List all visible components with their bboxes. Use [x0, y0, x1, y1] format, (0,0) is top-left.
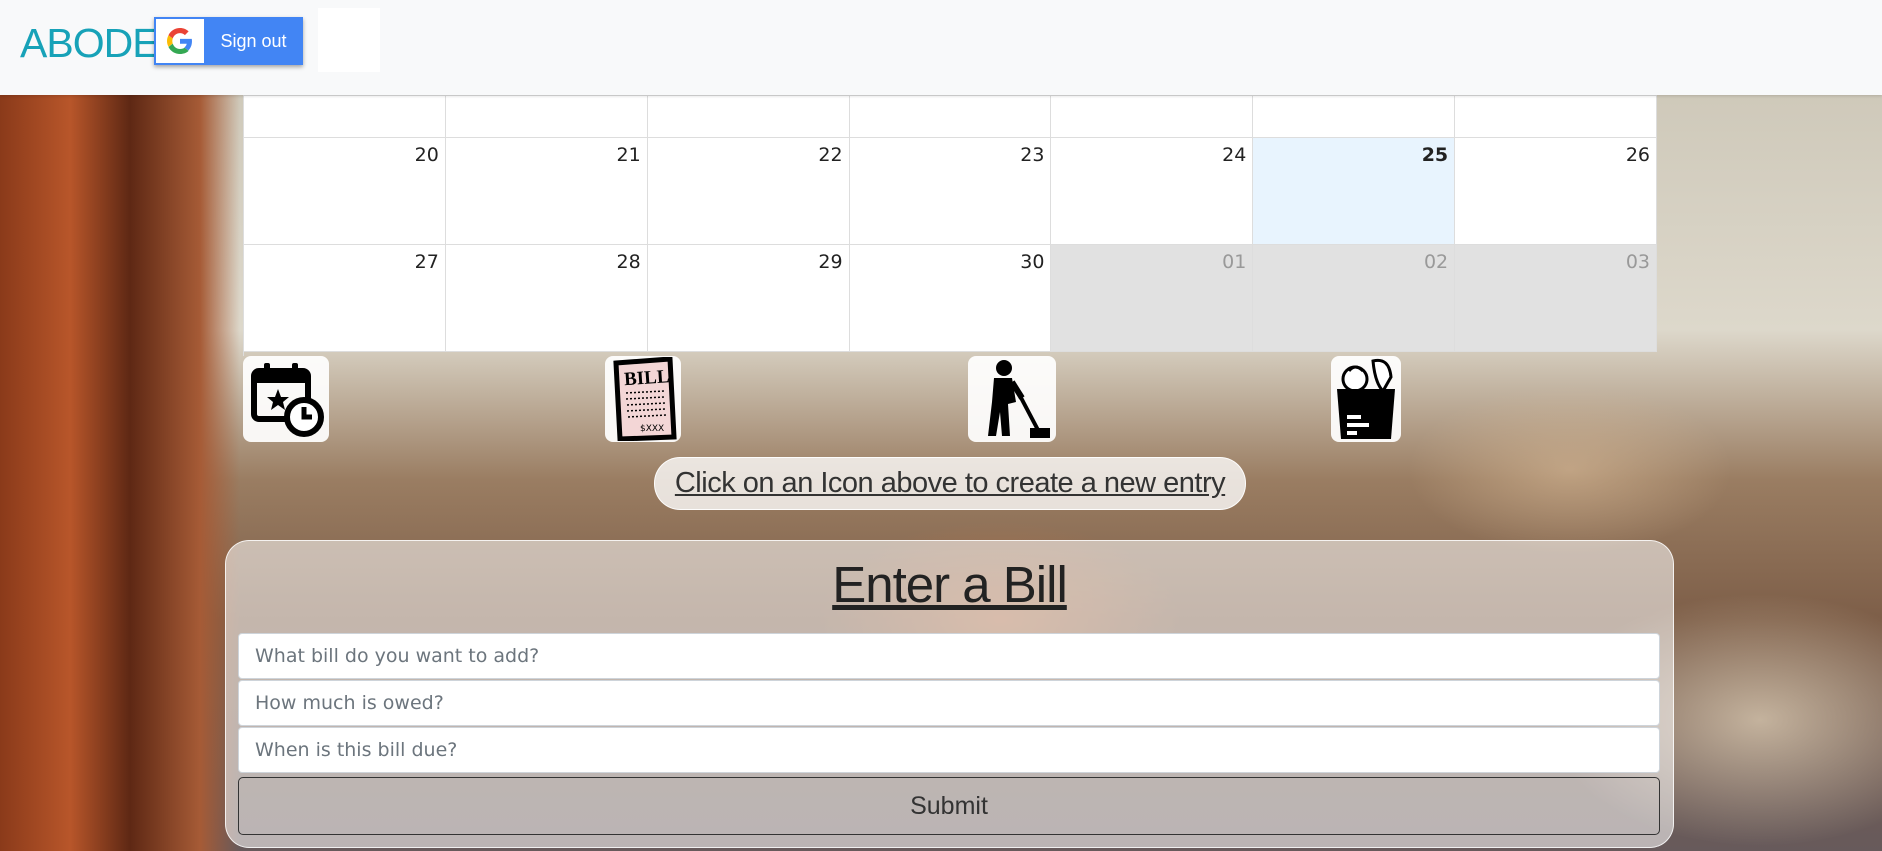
calendar-day[interactable] — [1253, 96, 1456, 138]
calendar-day[interactable] — [244, 96, 446, 138]
signout-label: Sign out — [220, 31, 287, 51]
calendar-day[interactable] — [849, 96, 1052, 138]
chore-button[interactable] — [968, 356, 1056, 442]
calendar-day[interactable]: 21 — [445, 138, 648, 245]
calendar-day[interactable] — [647, 96, 850, 138]
calendar-day[interactable]: 24 — [1051, 138, 1254, 245]
bill-form-title: Enter a Bill — [832, 556, 1068, 613]
bill-form: Enter a Bill Submit — [225, 540, 1674, 848]
grocery-bag-icon — [1337, 358, 1395, 439]
calendar-day-next-month[interactable]: 02 — [1253, 245, 1456, 352]
calendar-day-next-month[interactable]: 01 — [1051, 245, 1254, 352]
blank-box — [318, 8, 380, 72]
google-signout-button[interactable]: Sign out — [154, 17, 303, 65]
calendar-day[interactable]: 23 — [849, 138, 1052, 245]
bill-icon-amount: $XXX — [640, 424, 664, 434]
calendar-day[interactable]: 22 — [647, 138, 850, 245]
calendar-week: 20 21 22 23 24 25 26 — [244, 138, 1658, 245]
calendar-grid: 20 21 22 23 24 25 26 27 28 29 30 01 02 0… — [243, 95, 1658, 356]
calendar-event-icon — [251, 363, 324, 437]
calendar-event-button[interactable] — [243, 356, 329, 442]
calendar-day-today[interactable]: 25 — [1253, 138, 1456, 245]
bill-icon: BILL $XXX — [613, 357, 677, 441]
bill-button[interactable]: BILL $XXX — [605, 356, 681, 442]
bill-icon-label: BILL — [623, 366, 670, 390]
bill-amount-input[interactable] — [238, 680, 1660, 726]
calendar-week: 27 28 29 30 01 02 03 — [244, 245, 1658, 352]
calendar-day[interactable]: 27 — [244, 245, 446, 352]
calendar-week — [244, 96, 1658, 138]
calendar-day[interactable]: 28 — [445, 245, 648, 352]
submit-button[interactable]: Submit — [238, 777, 1660, 835]
calendar-day[interactable] — [445, 96, 648, 138]
calendar-day[interactable]: 20 — [244, 138, 446, 245]
calendar-day[interactable] — [1455, 96, 1658, 138]
cleaning-chore-icon — [988, 360, 1050, 438]
grocery-button[interactable] — [1331, 356, 1401, 442]
calendar-day-next-month[interactable]: 03 — [1455, 245, 1658, 352]
bill-name-input[interactable] — [238, 633, 1660, 679]
calendar-day[interactable]: 26 — [1455, 138, 1658, 245]
calendar-day[interactable] — [1051, 96, 1254, 138]
brand-logo[interactable]: ABODE — [20, 20, 160, 67]
calendar-day[interactable]: 30 — [849, 245, 1052, 352]
google-icon — [156, 19, 204, 63]
new-entry-hint: Click on an Icon above to create a new e… — [654, 457, 1246, 510]
bill-due-date-input[interactable] — [238, 727, 1660, 773]
navbar: ABODE Sign out — [0, 0, 1882, 95]
calendar-day[interactable]: 29 — [647, 245, 850, 352]
